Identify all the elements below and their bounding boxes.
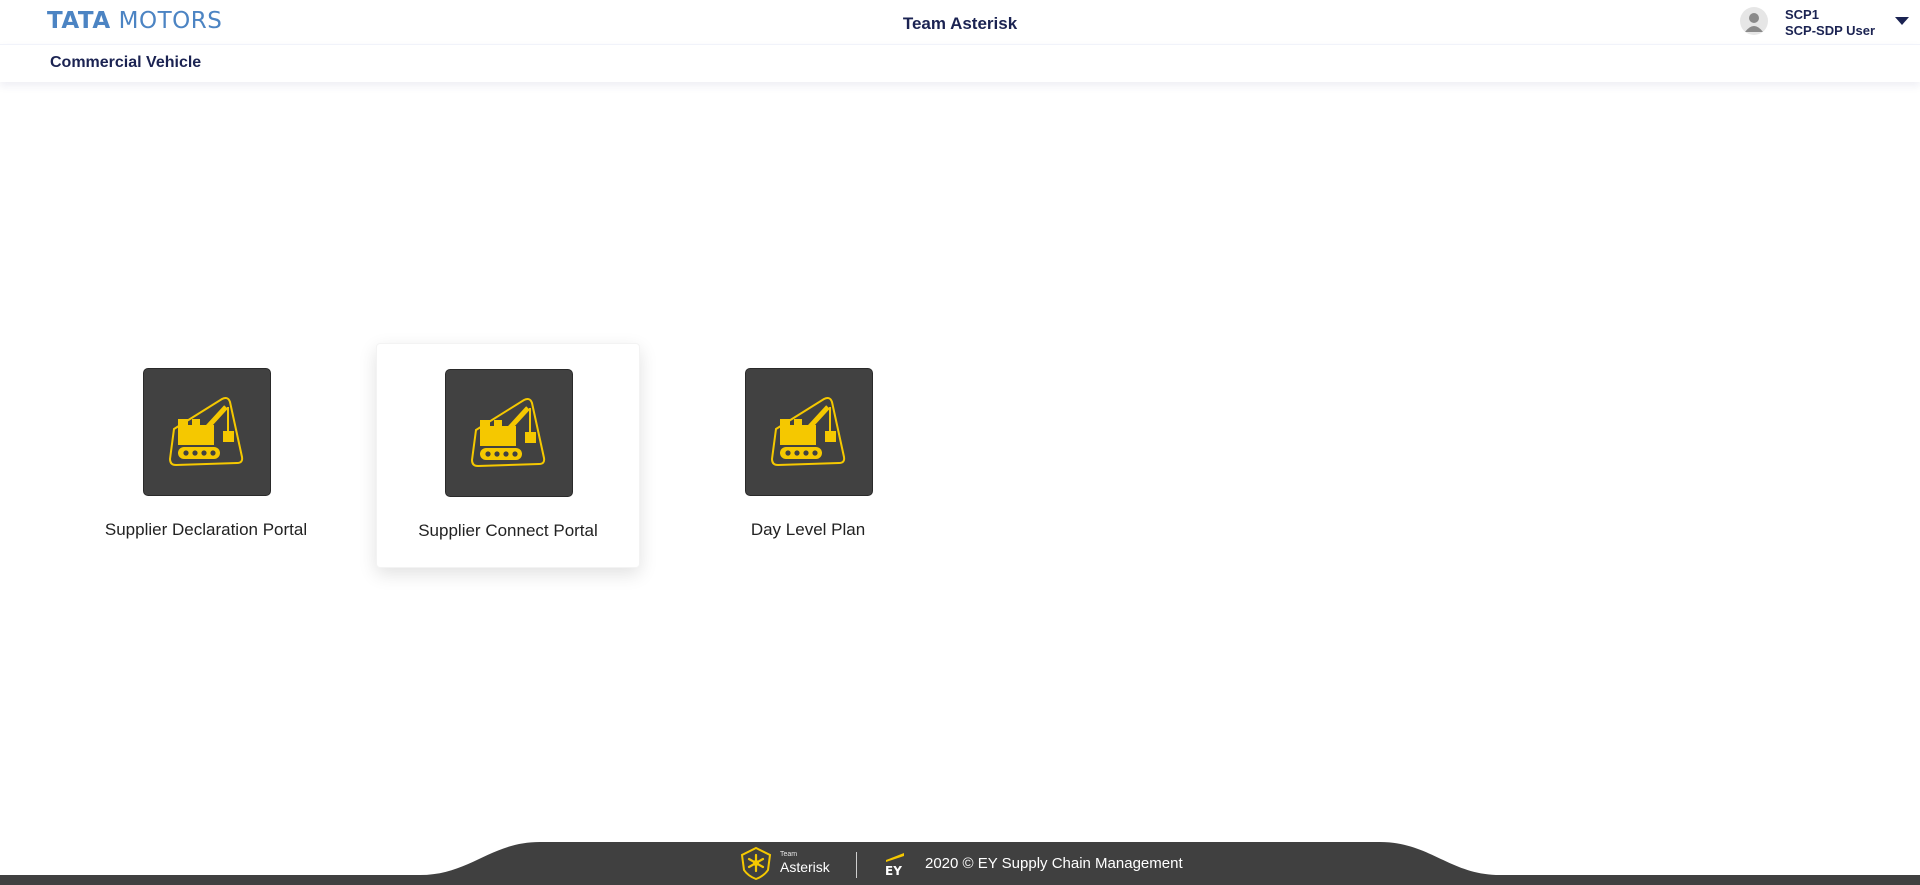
team-logo-big-text: Asterisk	[780, 859, 830, 875]
tile-supplier-connect-portal[interactable]: Supplier Connect Portal	[376, 343, 640, 568]
crane-truck-icon	[143, 368, 271, 496]
svg-text:EY: EY	[885, 864, 902, 877]
user-menu[interactable]: SCP1 SCP-SDP User	[1740, 0, 1920, 44]
crane-truck-icon	[445, 369, 573, 497]
page-title: Team Asterisk	[902, 14, 1018, 33]
tile-label: Day Level Plan	[750, 520, 866, 539]
tile-day-level-plan[interactable]: Day Level Plan	[677, 343, 939, 566]
team-asterisk-logo-icon	[740, 846, 772, 880]
footer-divider	[856, 852, 857, 878]
tile-label: Supplier Connect Portal	[418, 521, 598, 540]
sub-header: Commercial Vehicle	[0, 44, 1920, 82]
business-unit-title: Commercial Vehicle	[50, 54, 202, 71]
tile-label: Supplier Declaration Portal	[104, 520, 308, 539]
team-logo-small-text: Team	[780, 851, 798, 858]
avatar-icon[interactable]	[1740, 7, 1768, 35]
top-header: TATA MOTORS Team Asterisk SCP1 SCP-SDP Us…	[0, 0, 1920, 44]
user-name: SCP1	[1785, 7, 1819, 22]
footer: Team Asterisk EY 2020 © EY Supply Chain …	[0, 840, 1920, 885]
chevron-down-icon[interactable]	[1895, 17, 1909, 25]
tile-supplier-declaration-portal[interactable]: Supplier Declaration Portal	[75, 343, 337, 566]
crane-truck-icon	[745, 368, 873, 496]
ey-logo-icon: EY	[884, 851, 906, 878]
copyright-text: 2020 © EY Supply Chain Management	[925, 855, 1183, 872]
user-role: SCP-SDP User	[1785, 23, 1876, 38]
